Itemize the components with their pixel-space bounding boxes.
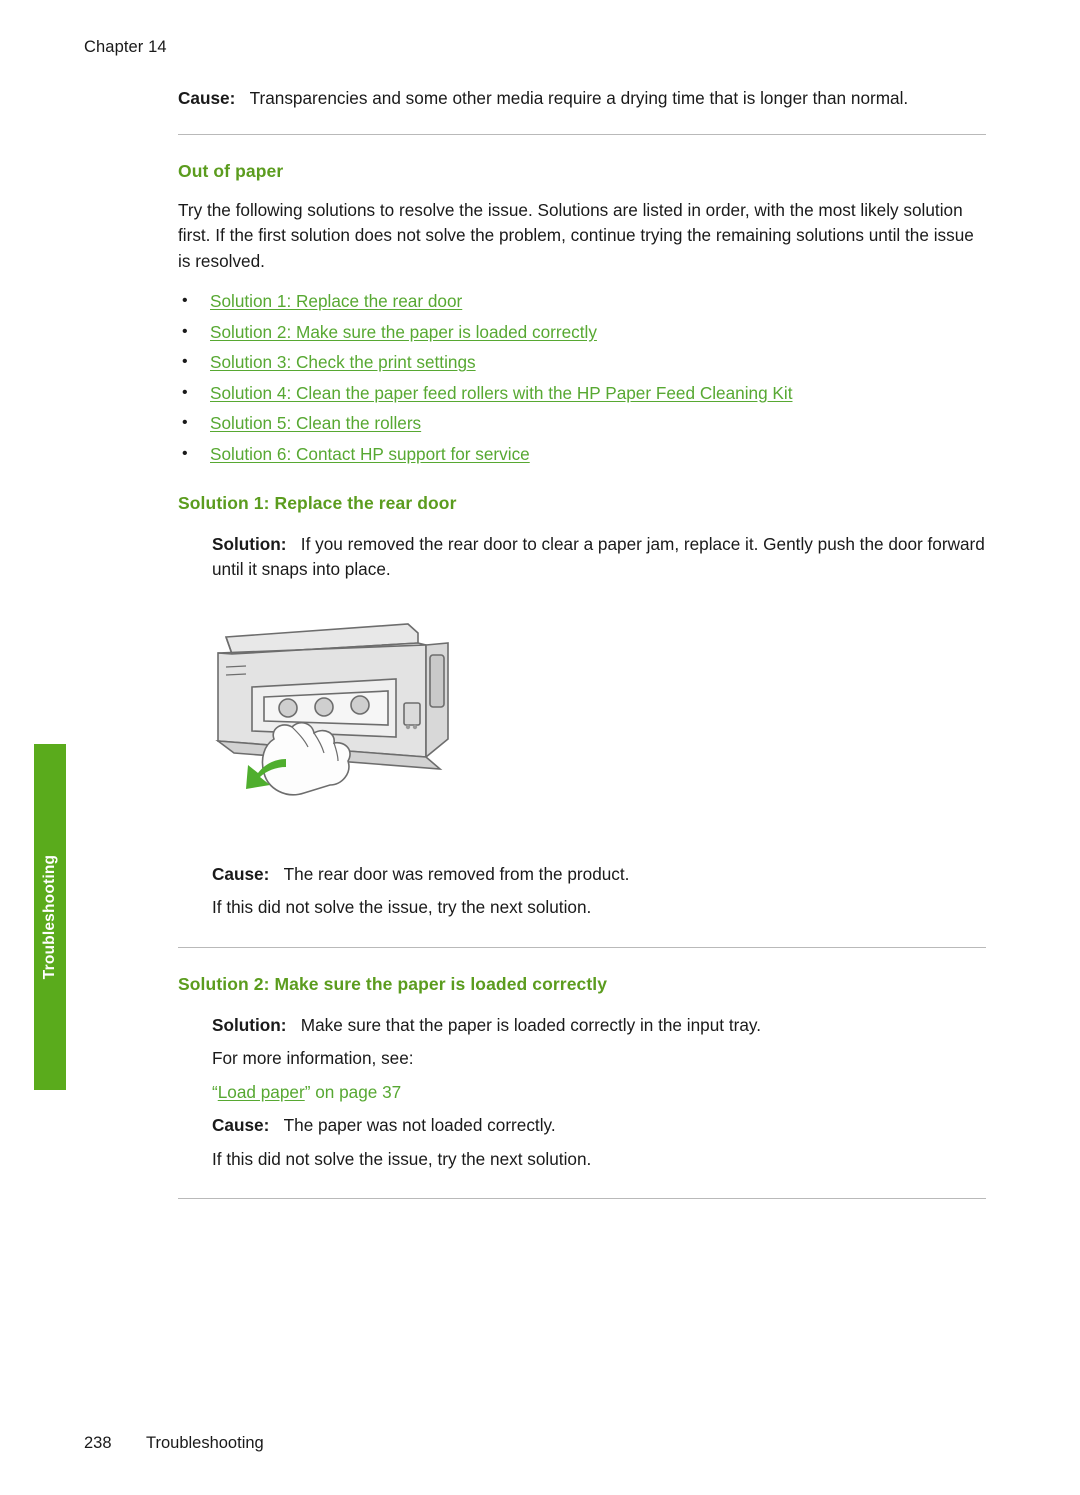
divider-1: [178, 133, 986, 135]
page-footer: 238 Troubleshooting: [84, 1434, 264, 1453]
solution-1-block: Solution 1: Replace the rear door Soluti…: [178, 493, 986, 921]
list-item[interactable]: Solution 3: Check the print settings: [178, 349, 986, 375]
list-item[interactable]: Solution 1: Replace the rear door: [178, 288, 986, 314]
section-title: Out of paper: [178, 160, 284, 181]
load-paper-link[interactable]: Load paper: [218, 1082, 305, 1102]
solution-link-1[interactable]: Solution 1: Replace the rear door: [210, 291, 462, 311]
solution-label: Solution:: [212, 533, 287, 554]
solution-link-2[interactable]: Solution 2: Make sure the paper is loade…: [210, 322, 597, 342]
solution-2-cause-paragraph: Cause: The paper was not loaded correctl…: [212, 1113, 986, 1139]
divider-2: [178, 946, 986, 948]
solution-label: Solution:: [212, 1014, 287, 1035]
cause-text: Transparencies and some other media requ…: [249, 88, 909, 108]
footer-page-number: 238: [84, 1434, 112, 1452]
solution-text: Make sure that the paper is loaded corre…: [300, 1014, 761, 1035]
solution-2-more-info: For more information, see:: [212, 1048, 414, 1068]
solution-1-solution-paragraph: Solution: If you removed the rear door t…: [212, 532, 986, 583]
printer-illustration-svg: [215, 622, 449, 795]
solution-2-heading: Solution 2: Make sure the paper is loade…: [178, 973, 608, 994]
solution-1-heading: Solution 1: Replace the rear door: [178, 492, 457, 513]
list-item[interactable]: Solution 4: Clean the paper feed rollers…: [178, 380, 986, 406]
solution-2-next-text: If this did not solve the issue, try the…: [212, 1148, 592, 1169]
list-item[interactable]: Solution 5: Clean the rollers: [178, 410, 986, 436]
solution-2-solution-paragraph: Solution: Make sure that the paper is lo…: [212, 1013, 986, 1039]
solution-link-list: Solution 1: Replace the rear door Soluti…: [178, 288, 986, 467]
ref-close-text: ” on page 37: [304, 1081, 402, 1102]
side-tab-label: Troubleshooting: [41, 854, 58, 980]
document-page: Chapter 14 Cause: Transparencies and som…: [0, 0, 1080, 1495]
solution-2-block: Solution 2: Make sure the paper is loade…: [178, 974, 986, 1173]
section-intro: Try the following solutions to resolve t…: [178, 199, 974, 271]
chapter-label: Chapter 14: [84, 38, 167, 56]
cause-label: Cause:: [178, 88, 236, 108]
solution-link-4[interactable]: Solution 4: Clean the paper feed rollers…: [210, 383, 793, 403]
cause-label: Cause:: [212, 863, 270, 884]
divider-3: [178, 1198, 986, 1199]
cause-label: Cause:: [212, 1115, 270, 1135]
list-item[interactable]: Solution 2: Make sure the paper is loade…: [178, 319, 986, 345]
list-item[interactable]: Solution 6: Contact HP support for servi…: [178, 441, 986, 467]
side-tab-troubleshooting: Troubleshooting: [34, 744, 66, 1090]
solution-link-6[interactable]: Solution 6: Contact HP support for servi…: [210, 444, 530, 464]
cause-text: The rear door was removed from the produ…: [283, 863, 630, 884]
solution-link-5[interactable]: Solution 5: Clean the rollers: [210, 413, 421, 433]
solution-1-cause-paragraph: Cause: The rear door was removed from th…: [212, 862, 986, 888]
solution-2-reference: “Load paper” on page 37: [212, 1080, 986, 1106]
cause-text: The paper was not loaded correctly.: [283, 1115, 556, 1135]
solution-1-next-text: If this did not solve the issue, try the…: [212, 897, 592, 917]
solution-link-3[interactable]: Solution 3: Check the print settings: [210, 352, 476, 372]
intro-cause-paragraph: Cause: Transparencies and some other med…: [178, 86, 986, 112]
page-content: Cause: Transparencies and some other med…: [178, 86, 986, 1199]
solution-text: If you removed the rear door to clear a …: [212, 533, 985, 580]
footer-section-name: Troubleshooting: [146, 1434, 264, 1452]
printer-rear-door-figure: [212, 609, 986, 834]
